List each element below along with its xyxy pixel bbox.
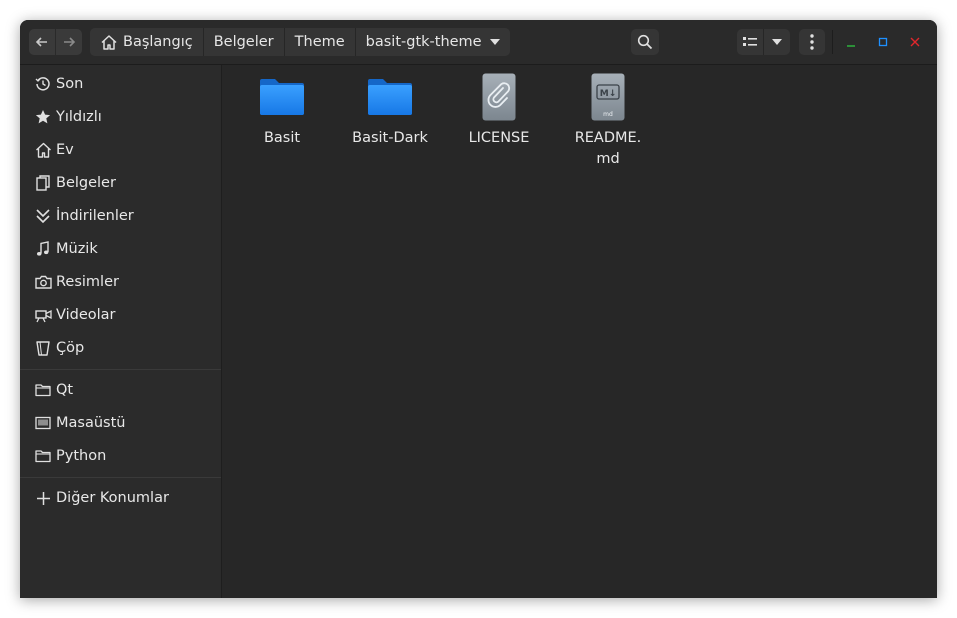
sidebar-item-label: Müzik <box>56 241 98 257</box>
sidebar-item-label: Son <box>56 76 84 92</box>
plus-icon <box>33 491 53 506</box>
sidebar-item-label: Videolar <box>56 307 116 323</box>
search-button[interactable] <box>631 29 659 55</box>
recent-icon <box>33 76 53 92</box>
sidebar-item-downloads[interactable]: İndirilenler <box>20 201 221 231</box>
crumb-label: Theme <box>294 34 345 50</box>
file-item-basit-dark[interactable]: Basit-Dark <box>342 73 438 149</box>
sidebar-item-label: Yıldızlı <box>56 109 102 125</box>
minimize-button[interactable] <box>842 33 860 51</box>
close-icon <box>910 37 920 47</box>
markdown-badge: M↓ <box>600 89 617 99</box>
crumb-current[interactable]: basit-gtk-theme <box>354 28 510 56</box>
home-icon <box>33 142 53 158</box>
downloads-icon <box>33 208 53 224</box>
crumb-label: basit-gtk-theme <box>365 34 482 50</box>
sidebar-item-pictures[interactable]: Resimler <box>20 267 221 297</box>
forward-button[interactable] <box>55 29 82 55</box>
sidebar-item-qt[interactable]: Qt <box>20 375 221 405</box>
file-view: Basit Basit-Dark LICENSE M↓ md README. m… <box>222 65 937 598</box>
sidebar-item-label: Belgeler <box>56 175 116 191</box>
folder-icon <box>33 383 53 397</box>
home-icon <box>100 34 118 51</box>
breadcrumb: Başlangıç Belgeler Theme basit-gtk-theme <box>90 28 510 56</box>
sidebar-item-label: Ev <box>56 142 74 158</box>
arrow-left-icon <box>35 37 47 47</box>
desktop-icon <box>33 416 53 430</box>
file-item-license[interactable]: LICENSE <box>451 73 547 149</box>
crumb-label: Belgeler <box>213 34 274 50</box>
sidebar-item-recent[interactable]: Son <box>20 69 221 99</box>
close-button[interactable] <box>906 33 924 51</box>
sidebar-separator <box>20 369 221 370</box>
license-file-icon <box>475 73 523 121</box>
view-options-button[interactable] <box>763 29 790 55</box>
chevron-down-icon[interactable] <box>489 39 500 45</box>
header-bar: Başlangıç Belgeler Theme basit-gtk-theme <box>20 20 937 65</box>
list-view-button[interactable] <box>737 29 763 55</box>
crumb-label: Başlangıç <box>123 34 193 50</box>
video-icon <box>33 308 53 323</box>
navigation-buttons <box>29 29 82 55</box>
file-manager-window: Başlangıç Belgeler Theme basit-gtk-theme <box>20 20 937 598</box>
sidebar-item-python[interactable]: Python <box>20 441 221 471</box>
file-item-readme[interactable]: M↓ md README. md <box>560 73 656 170</box>
maximize-button[interactable] <box>874 33 892 51</box>
star-icon <box>33 109 53 125</box>
camera-icon <box>33 275 53 289</box>
extension-label: md <box>603 111 613 118</box>
sidebar-item-other-locations[interactable]: Diğer Konumlar <box>20 483 221 513</box>
sidebar-separator <box>20 477 221 478</box>
sidebar-item-label: İndirilenler <box>56 208 134 224</box>
arrow-right-icon <box>64 37 76 47</box>
sidebar-item-trash[interactable]: Çöp <box>20 333 221 363</box>
sidebar-item-documents[interactable]: Belgeler <box>20 168 221 198</box>
file-item-basit[interactable]: Basit <box>234 73 330 149</box>
folder-icon <box>258 73 306 121</box>
maximize-icon <box>878 37 888 47</box>
file-name: Basit-Dark <box>352 130 428 146</box>
sidebar: Son Yıldızlı Ev Belgeler İndirilenler Mü… <box>20 65 222 598</box>
search-icon <box>637 34 653 50</box>
folder-icon <box>366 73 414 121</box>
crumb-documents[interactable]: Belgeler <box>202 28 284 56</box>
sidebar-item-music[interactable]: Müzik <box>20 234 221 264</box>
sidebar-item-label: Diğer Konumlar <box>56 490 169 506</box>
back-button[interactable] <box>29 29 55 55</box>
file-name: README. md <box>574 130 642 167</box>
sidebar-item-label: Resimler <box>56 274 119 290</box>
crumb-theme[interactable]: Theme <box>283 28 355 56</box>
sidebar-item-label: Çöp <box>56 340 85 356</box>
sidebar-item-home[interactable]: Ev <box>20 135 221 165</box>
file-name: LICENSE <box>468 130 530 146</box>
crumb-home[interactable]: Başlangıç <box>90 28 203 56</box>
file-name: Basit <box>263 130 301 146</box>
folder-icon <box>33 449 53 463</box>
sidebar-item-desktop[interactable]: Masaüstü <box>20 408 221 438</box>
music-icon <box>33 241 53 257</box>
trash-icon <box>33 340 53 356</box>
sidebar-item-starred[interactable]: Yıldızlı <box>20 102 221 132</box>
minimize-icon <box>847 45 855 47</box>
main-menu-button[interactable] <box>799 29 825 55</box>
kebab-menu-icon <box>810 34 814 50</box>
sidebar-item-videos[interactable]: Videolar <box>20 300 221 330</box>
sidebar-item-label: Python <box>56 448 107 464</box>
header-separator <box>832 30 833 54</box>
view-controls <box>737 29 790 55</box>
list-view-icon <box>743 37 757 46</box>
documents-icon <box>33 175 53 191</box>
chevron-down-icon <box>772 39 782 45</box>
markdown-file-icon: M↓ md <box>584 73 632 121</box>
sidebar-item-label: Qt <box>56 382 74 398</box>
sidebar-item-label: Masaüstü <box>56 415 126 431</box>
